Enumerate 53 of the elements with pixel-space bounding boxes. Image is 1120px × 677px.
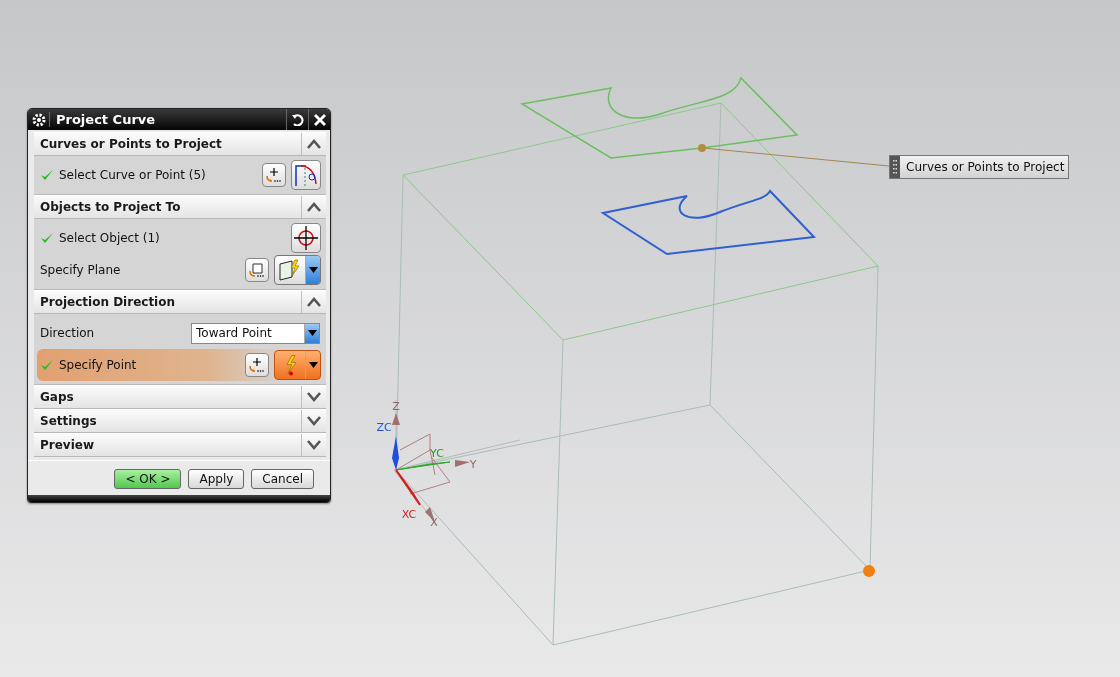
collapse-icon xyxy=(307,202,321,212)
active-selection-row[interactable]: Specify Point xyxy=(37,349,323,381)
lightning-point-icon xyxy=(284,354,296,376)
caret-icon xyxy=(308,362,318,368)
section-header[interactable]: Projection Direction xyxy=(34,290,326,314)
plane-arrow-icon xyxy=(248,261,266,279)
row-label: Specify Point xyxy=(59,358,137,372)
check-icon xyxy=(40,169,54,181)
section-header[interactable]: Settings xyxy=(34,409,326,433)
expand-icon xyxy=(307,440,321,450)
collapse-icon xyxy=(307,297,321,307)
point-marker xyxy=(698,144,706,152)
grip-icon xyxy=(890,156,900,178)
row-label: Direction xyxy=(40,326,95,340)
section-header[interactable]: Objects to Project To xyxy=(34,195,326,219)
axis-label: Y xyxy=(469,458,477,471)
tooltip-text: Curves or Points to Project xyxy=(905,160,1066,174)
row-label: Select Object (1) xyxy=(59,231,160,245)
caret-icon xyxy=(308,267,318,273)
row-label: Specify Plane xyxy=(40,263,121,277)
expand-icon xyxy=(307,416,321,426)
curve-select-button[interactable] xyxy=(291,160,321,190)
dialog-button[interactable]: Apply xyxy=(188,469,245,489)
axis-label: Z xyxy=(392,400,400,413)
direction-dropdown[interactable]: Toward Point xyxy=(191,322,320,344)
axis-label: YC xyxy=(430,447,444,460)
check-icon xyxy=(40,359,54,371)
snap-point-button[interactable] xyxy=(262,163,286,187)
dialog-button[interactable]: < OK > xyxy=(114,469,182,489)
collapse-icon xyxy=(307,139,321,149)
row-label: Select Curve or Point (5) xyxy=(59,168,206,182)
curve-icon xyxy=(293,162,319,188)
axis-label: ZC xyxy=(376,421,392,434)
section-header[interactable]: Gaps xyxy=(34,385,326,409)
caret-icon xyxy=(307,330,317,336)
snap-point-button[interactable] xyxy=(245,353,269,377)
section-header[interactable]: Preview xyxy=(34,433,326,457)
axis-label: X xyxy=(430,516,438,529)
point-type-dropdown[interactable] xyxy=(274,350,321,380)
axis-label: XC xyxy=(401,508,417,521)
plane-dialog-button[interactable] xyxy=(245,258,269,282)
plane-type-dropdown[interactable] xyxy=(274,255,321,285)
dialog-title: Project Curve xyxy=(49,112,286,127)
plus-arrow-icon xyxy=(248,356,266,374)
plus-arrow-icon xyxy=(265,166,283,184)
crosshair-button[interactable] xyxy=(291,223,321,253)
crosshair-icon xyxy=(293,225,319,251)
point-marker xyxy=(863,565,875,577)
expand-icon xyxy=(307,392,321,402)
dialog-button[interactable]: Cancel xyxy=(251,469,314,489)
section-header[interactable]: Curves or Points to Project xyxy=(34,132,326,156)
check-icon xyxy=(40,232,54,244)
plane-lightning-icon xyxy=(278,258,302,282)
